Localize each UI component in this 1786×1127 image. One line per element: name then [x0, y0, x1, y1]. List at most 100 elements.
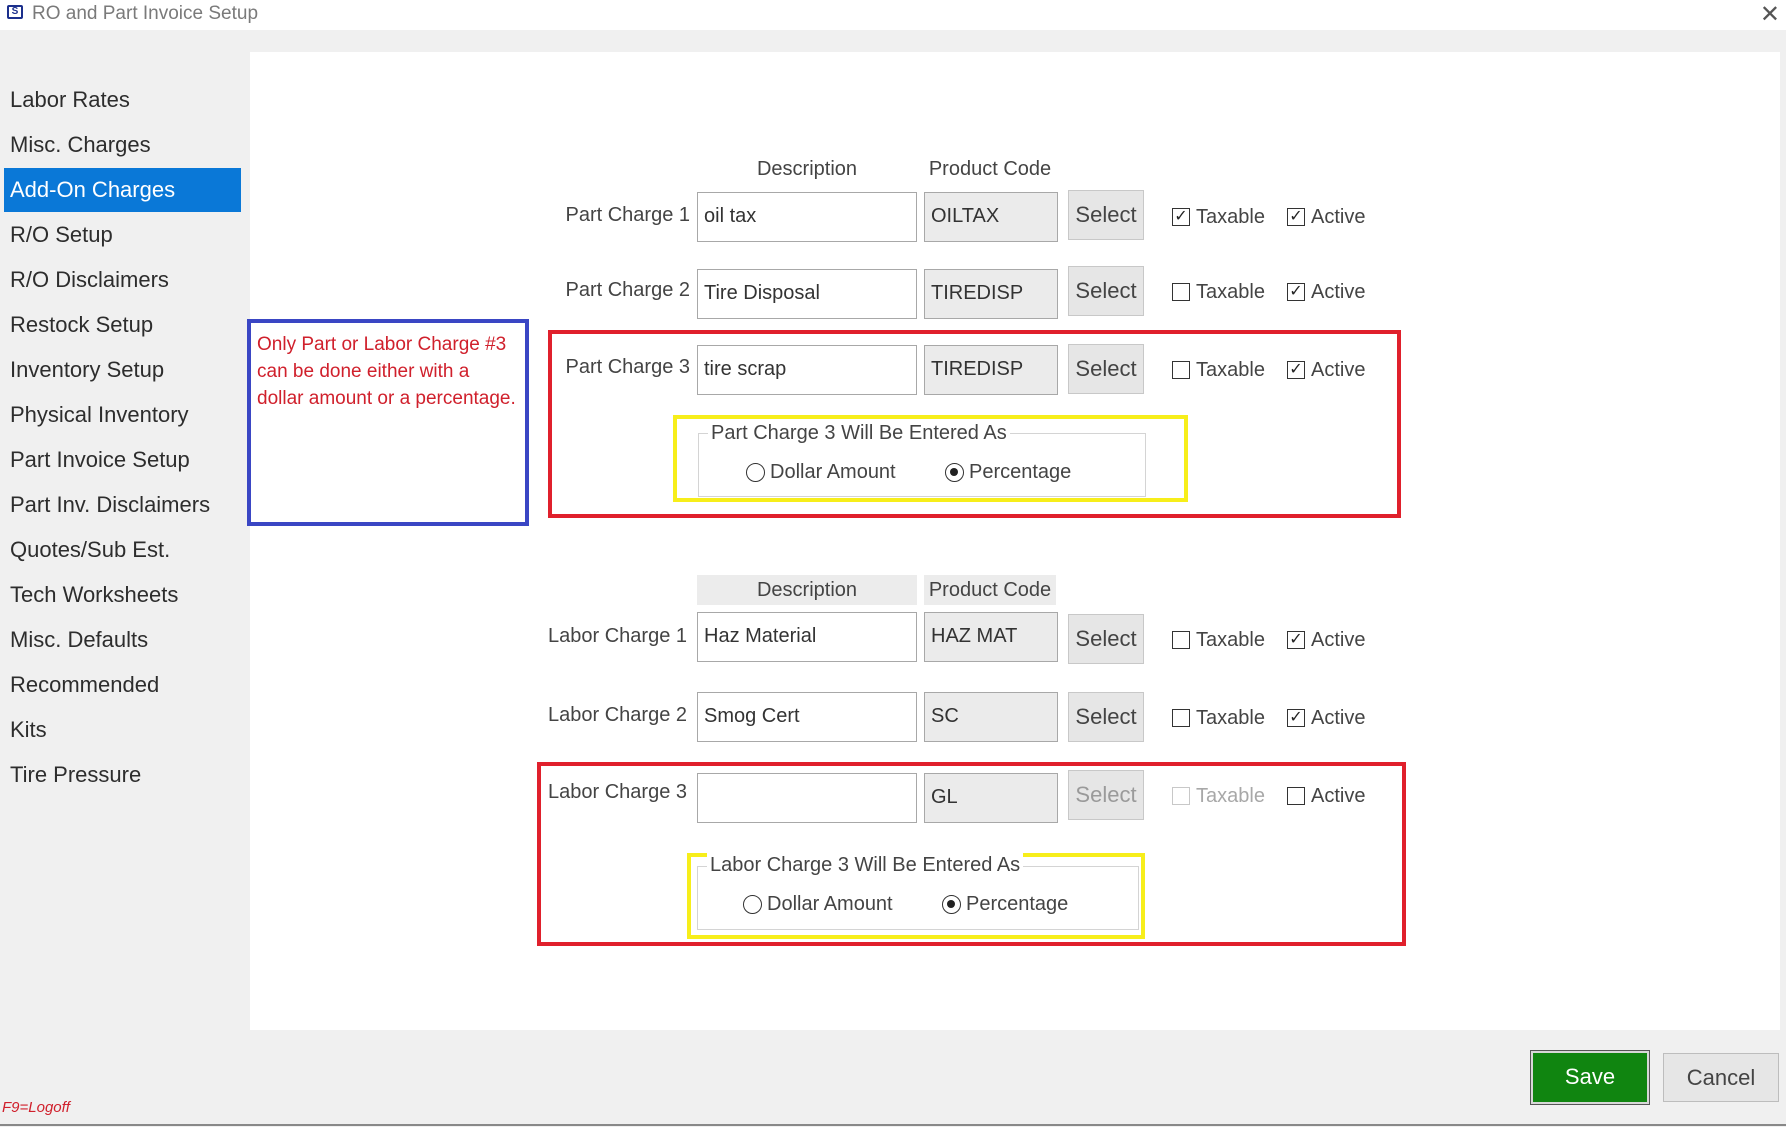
part-description-header: Description: [756, 158, 858, 180]
checkbox-unchecked-icon: [1172, 709, 1190, 727]
checkbox-unchecked-icon: [1287, 787, 1305, 805]
labor-charge-1-description[interactable]: Haz Material: [697, 612, 917, 662]
checkbox-unchecked-icon: [1172, 361, 1190, 379]
active-label: Active: [1311, 206, 1366, 228]
radio-unselected-icon: [743, 894, 762, 914]
part-charge-1-taxable-checkbox[interactable]: ✓ Taxable: [1172, 205, 1265, 229]
part-charge-1-select-button[interactable]: Select: [1068, 190, 1144, 240]
part-charge-1-product-code[interactable]: OILTAX: [924, 192, 1058, 242]
labor-charge-2-select-button[interactable]: Select: [1068, 692, 1144, 742]
labor-charge-2-description[interactable]: Smog Cert: [697, 692, 917, 742]
labor-charge-2-product-code[interactable]: SC: [924, 692, 1058, 742]
labor-entry-legend: Labor Charge 3 Will Be Entered As: [707, 853, 1024, 877]
active-label: Active: [1311, 707, 1366, 729]
checkbox-checked-icon: ✓: [1287, 631, 1305, 649]
checkbox-checked-icon: ✓: [1287, 709, 1305, 727]
sidebar-item-tech-worksheets[interactable]: Tech Worksheets: [4, 573, 241, 617]
labor-description-header: Description: [697, 575, 917, 605]
part-charge-2-active-checkbox[interactable]: ✓ Active: [1287, 280, 1365, 304]
logoff-hint: F9=Logoff: [2, 1099, 70, 1116]
app-icon: S: [7, 5, 23, 19]
checkbox-checked-icon: ✓: [1287, 208, 1305, 226]
labor-dollar-amount-radio[interactable]: Dollar Amount: [743, 892, 893, 916]
active-label: Active: [1311, 281, 1366, 303]
checkbox-unchecked-icon: [1172, 631, 1190, 649]
checkbox-unchecked-icon: [1172, 283, 1190, 301]
close-icon[interactable]: ✕: [1760, 0, 1780, 29]
part-charge-2-select-button[interactable]: Select: [1068, 266, 1144, 316]
dollar-amount-label: Dollar Amount: [770, 460, 896, 483]
taxable-label: Taxable: [1196, 281, 1265, 303]
part-percentage-radio[interactable]: Percentage: [945, 460, 1071, 484]
sidebar-item-quotes-sub-est[interactable]: Quotes/Sub Est.: [4, 528, 241, 572]
part-charge-3-active-checkbox[interactable]: ✓ Active: [1287, 358, 1365, 382]
active-label: Active: [1311, 629, 1366, 651]
labor-charge-1-product-code[interactable]: HAZ MAT: [924, 612, 1058, 662]
radio-selected-icon: [945, 462, 964, 482]
labor-charge-3-description[interactable]: [697, 773, 917, 823]
taxable-label: Taxable: [1196, 785, 1265, 807]
part-charge-3-description[interactable]: tire scrap: [697, 345, 917, 395]
checkbox-checked-icon: ✓: [1287, 283, 1305, 301]
part-charge-2-description[interactable]: Tire Disposal: [697, 269, 917, 319]
part-charge-3-taxable-checkbox[interactable]: Taxable: [1172, 358, 1265, 382]
title-bar: S RO and Part Invoice Setup ✕: [0, 0, 1786, 30]
percentage-label: Percentage: [969, 460, 1072, 483]
part-charge-1-description[interactable]: oil tax: [697, 192, 917, 242]
sidebar-item-ro-disclaimers[interactable]: R/O Disclaimers: [4, 258, 241, 302]
sidebar-item-restock-setup[interactable]: Restock Setup: [4, 303, 241, 347]
labor-percentage-radio[interactable]: Percentage: [942, 892, 1068, 916]
labor-charge-2-taxable-checkbox[interactable]: Taxable: [1172, 706, 1265, 730]
save-button[interactable]: Save: [1530, 1050, 1650, 1105]
part-charge-1-label: Part Charge 1: [565, 204, 690, 226]
sidebar-item-part-inv-disclaimers[interactable]: Part Inv. Disclaimers: [4, 483, 241, 527]
labor-charge-1-active-checkbox[interactable]: ✓ Active: [1287, 628, 1365, 652]
sidebar-item-misc-charges[interactable]: Misc. Charges: [4, 123, 241, 167]
labor-charge-3-taxable-checkbox[interactable]: Taxable: [1172, 784, 1265, 808]
sidebar-item-physical-inventory[interactable]: Physical Inventory: [4, 393, 241, 437]
active-label: Active: [1311, 359, 1366, 381]
labor-charge-1-label: Labor Charge 1: [548, 625, 687, 647]
labor-charge-3-label: Labor Charge 3: [548, 781, 687, 803]
sidebar-item-inventory-setup[interactable]: Inventory Setup: [4, 348, 241, 392]
labor-charge-3-product-code[interactable]: GL: [924, 773, 1058, 823]
sidebar-item-tire-pressure[interactable]: Tire Pressure: [4, 753, 241, 797]
sidebar-item-add-on-charges[interactable]: Add-On Charges: [4, 168, 241, 212]
part-charge-2-taxable-checkbox[interactable]: Taxable: [1172, 280, 1265, 304]
labor-charge-1-taxable-checkbox[interactable]: Taxable: [1172, 628, 1265, 652]
part-charge-2-label: Part Charge 2: [565, 279, 690, 301]
sidebar-item-recommended[interactable]: Recommended: [4, 663, 241, 707]
sidebar-item-misc-defaults[interactable]: Misc. Defaults: [4, 618, 241, 662]
dollar-amount-label: Dollar Amount: [767, 892, 893, 915]
window-title: RO and Part Invoice Setup: [32, 3, 259, 24]
checkbox-checked-icon: ✓: [1172, 208, 1190, 226]
labor-charge-3-select-button[interactable]: Select: [1068, 770, 1144, 820]
percentage-label: Percentage: [966, 892, 1069, 915]
sidebar-item-ro-setup[interactable]: R/O Setup: [4, 213, 241, 257]
labor-charge-2-label: Labor Charge 2: [548, 704, 687, 726]
cancel-button[interactable]: Cancel: [1663, 1053, 1779, 1102]
taxable-label: Taxable: [1196, 359, 1265, 381]
bottom-divider: [0, 1124, 1786, 1126]
part-charge-2-product-code[interactable]: TIREDISP: [924, 269, 1058, 319]
labor-product-code-header: Product Code: [924, 575, 1056, 605]
annotation-note: Only Part or Labor Charge #3 can be done…: [247, 319, 529, 526]
sidebar-item-part-invoice-setup[interactable]: Part Invoice Setup: [4, 438, 241, 482]
sidebar-item-labor-rates[interactable]: Labor Rates: [4, 78, 241, 122]
part-charge-3-label: Part Charge 3: [565, 356, 690, 378]
labor-charge-3-active-checkbox[interactable]: Active: [1287, 784, 1365, 808]
part-charge-3-select-button[interactable]: Select: [1068, 344, 1144, 394]
part-dollar-amount-radio[interactable]: Dollar Amount: [746, 460, 896, 484]
checkbox-checked-icon: ✓: [1287, 361, 1305, 379]
part-charge-3-product-code[interactable]: TIREDISP: [924, 345, 1058, 395]
radio-selected-icon: [942, 894, 961, 914]
sidebar-item-kits[interactable]: Kits: [4, 708, 241, 752]
labor-charge-1-select-button[interactable]: Select: [1068, 614, 1144, 664]
active-label: Active: [1311, 785, 1366, 807]
taxable-label: Taxable: [1196, 206, 1265, 228]
taxable-label: Taxable: [1196, 629, 1265, 651]
part-charge-1-active-checkbox[interactable]: ✓ Active: [1287, 205, 1365, 229]
part-product-code-header: Product Code: [928, 158, 1052, 180]
labor-charge-2-active-checkbox[interactable]: ✓ Active: [1287, 706, 1365, 730]
radio-unselected-icon: [746, 462, 765, 482]
